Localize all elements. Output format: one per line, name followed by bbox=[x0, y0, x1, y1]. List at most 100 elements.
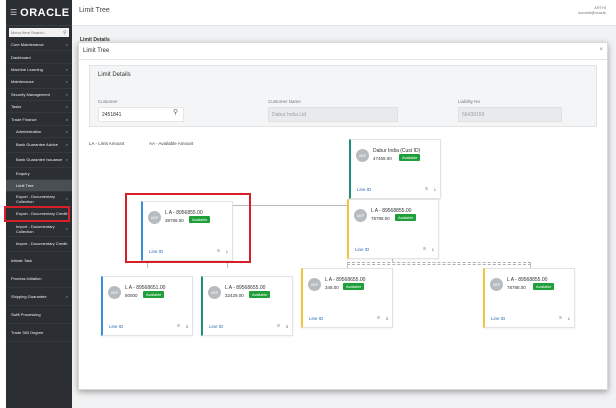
liability-label: Liability No bbox=[458, 99, 481, 104]
avatar: UBP bbox=[308, 278, 321, 291]
tree-node-level2[interactable]: UBP L A - 89568655.00 32429.00 Available… bbox=[201, 276, 293, 336]
menu-search[interactable]: ⚲ bbox=[9, 28, 69, 37]
node-amount: 80000 bbox=[125, 293, 138, 298]
sidebar-item-administration[interactable]: Administration > bbox=[6, 126, 72, 138]
child-count: 3 bbox=[385, 316, 388, 321]
liability-field: 56439159 bbox=[458, 107, 562, 122]
node-amount: 348.00 bbox=[325, 285, 339, 290]
sidebar-item-label: Initiate Task bbox=[11, 257, 33, 263]
line-id-link[interactable]: Line ID bbox=[109, 324, 123, 329]
status-badge: Available bbox=[533, 283, 555, 290]
sidebar-item-label: Swift Processing bbox=[11, 311, 41, 317]
sidebar-item-label: Enquiry bbox=[16, 170, 30, 176]
sidebar-item-import-documentary-collection[interactable]: Import - Documentary Collection > bbox=[6, 222, 72, 237]
avatar: UBP bbox=[208, 286, 221, 299]
oracle-logo: ORACLE bbox=[20, 6, 70, 19]
customer-field[interactable]: 2451841 bbox=[98, 107, 184, 122]
avatar: UBP bbox=[354, 209, 367, 222]
node-highlight-annotation bbox=[125, 193, 251, 263]
avatar: UBP bbox=[490, 278, 503, 291]
chevron-right-icon: > bbox=[65, 241, 68, 247]
dialog-title: Limit Tree bbox=[79, 43, 607, 60]
limit-details-panel: Limit Details Customer 2451841 ⚲ Custome… bbox=[89, 65, 597, 127]
tree-node-root[interactable]: UBP Dabur India (Cust ID) 47459.00 Avail… bbox=[349, 139, 441, 199]
avatar: UBP bbox=[356, 149, 369, 162]
sidebar-item-trade-finance[interactable]: Trade Finance v bbox=[6, 113, 72, 126]
status-badge: Available bbox=[249, 291, 271, 298]
sidebar-item-label: Process Initiation bbox=[11, 275, 42, 281]
hierarchy-icon[interactable]: ≡ bbox=[423, 246, 426, 252]
sidebar-item-security-management[interactable]: Security Management > bbox=[6, 89, 72, 101]
sidebar-item-bank-guarantee-advice[interactable]: Bank Guarantee Advice > bbox=[6, 138, 72, 153]
chevron-right-icon: > bbox=[65, 157, 68, 163]
user-info[interactable]: ARTHI someid@oracle bbox=[578, 5, 606, 15]
child-count: 3 bbox=[185, 324, 188, 329]
line-id-link[interactable]: Line ID bbox=[209, 324, 223, 329]
sidebar-item-label: Security Management bbox=[11, 91, 50, 97]
avatar: UBP bbox=[108, 286, 121, 299]
sidebar-highlight-annotation bbox=[4, 206, 70, 222]
node-amount: 32429.00 bbox=[225, 293, 244, 298]
line-id-link[interactable]: Line ID bbox=[491, 316, 505, 321]
hierarchy-icon[interactable]: ≡ bbox=[177, 323, 180, 329]
sidebar-item-export-documentary-collection[interactable]: Export - Documentary Collection > bbox=[6, 192, 72, 207]
hierarchy-icon[interactable]: ≡ bbox=[277, 323, 280, 329]
sidebar-item-label: Import - Documentary Collection bbox=[16, 223, 55, 234]
sidebar-item-core-maintenance[interactable]: Core Maintenance > bbox=[6, 39, 72, 52]
hamburger-menu-icon[interactable]: ☰ bbox=[10, 8, 17, 17]
tree-node-level1[interactable]: UBP L A - 89568855.00 78788.00 Available… bbox=[347, 199, 439, 259]
sidebar-item-shipping-guarantee[interactable]: Shipping Guarantee > bbox=[6, 288, 72, 306]
section-title: Limit Details bbox=[98, 72, 131, 78]
sidebar-item-enquiry[interactable]: Enquiry bbox=[6, 168, 72, 180]
hierarchy-icon[interactable]: ≡ bbox=[425, 186, 428, 192]
sidebar: ☰ ORACLE ⚲ Core Maintenance > Dashboard M… bbox=[6, 0, 72, 408]
sidebar-item-import-documentary-credit[interactable]: Import - Documentary Credit > bbox=[6, 237, 72, 252]
line-id-link[interactable]: Line ID bbox=[309, 316, 323, 321]
sidebar-item-label: Administration bbox=[16, 128, 42, 134]
node-amount: 47459.00 bbox=[373, 156, 392, 161]
sidebar-item-label: Bank Guarantee Advice bbox=[16, 142, 59, 148]
sidebar-item-label: Import - Documentary Credit bbox=[16, 241, 67, 247]
tree-node-level2[interactable]: UBP L A - 89568651.00 80000 Available Li… bbox=[101, 276, 193, 336]
sidebar-item-label: Maintenance bbox=[11, 79, 34, 85]
sidebar-item-tasks[interactable]: Tasks > bbox=[6, 101, 72, 114]
status-badge: Available bbox=[343, 283, 365, 290]
sidebar-item-label: Dashboard bbox=[11, 54, 31, 60]
page-title: Limit Tree bbox=[79, 7, 110, 14]
close-icon[interactable]: × bbox=[599, 47, 603, 53]
menu-search-input[interactable] bbox=[11, 30, 63, 35]
sidebar-item-limit-tree[interactable]: Limit Tree bbox=[6, 179, 72, 192]
line-id-link[interactable]: Line ID bbox=[355, 247, 369, 252]
search-icon[interactable]: ⚲ bbox=[173, 108, 178, 116]
sidebar-item-swift-processing[interactable]: Swift Processing bbox=[6, 306, 72, 324]
sidebar-item-machine-learning[interactable]: Machine Learning > bbox=[6, 64, 72, 77]
search-icon[interactable]: ⚲ bbox=[63, 30, 67, 36]
user-email: someid@oracle bbox=[578, 10, 606, 15]
chevron-right-icon: > bbox=[65, 226, 68, 232]
sidebar-item-label: Trade Finance bbox=[11, 116, 37, 122]
sidebar-item-initiate-task[interactable]: Initiate Task bbox=[6, 252, 72, 270]
chevron-right-icon: > bbox=[65, 293, 68, 299]
hierarchy-icon[interactable]: ≡ bbox=[559, 315, 562, 321]
legend-limit-amount: LA - Limit Amount bbox=[89, 141, 125, 146]
node-amount: 78788.00 bbox=[371, 216, 390, 221]
chevron-right-icon: > bbox=[65, 66, 68, 72]
sidebar-item-process-initiation[interactable]: Process Initiation bbox=[6, 270, 72, 288]
sidebar-item-label: Tasks bbox=[11, 104, 22, 110]
status-badge: Available bbox=[399, 154, 421, 161]
hierarchy-icon[interactable]: ≡ bbox=[377, 315, 380, 321]
tree-node-level2[interactable]: UBP L A - 89568655.00 348.00 Available L… bbox=[301, 268, 393, 328]
chevron-right-icon: > bbox=[65, 79, 68, 85]
child-count: 1 bbox=[567, 316, 570, 321]
sidebar-item-label: Limit Tree bbox=[16, 182, 34, 188]
node-amount: 78788.00 bbox=[507, 285, 526, 290]
tree-node-level2[interactable]: UBP L A - 89568855.00 78788.00 Available… bbox=[483, 268, 575, 328]
sidebar-item-maintenance[interactable]: Maintenance > bbox=[6, 76, 72, 89]
sidebar-item-trade-360-degree[interactable]: Trade 360 Degree bbox=[6, 324, 72, 342]
sidebar-item-bank-guarantee-issuance[interactable]: Bank Guarantee Issuance > bbox=[6, 153, 72, 168]
customer-label: Customer bbox=[98, 99, 118, 104]
sidebar-item-dashboard[interactable]: Dashboard bbox=[6, 51, 72, 64]
line-id-link[interactable]: Line ID bbox=[357, 187, 371, 192]
sidebar-item-label: Export - Documentary Collection bbox=[16, 193, 55, 204]
child-count: 1 bbox=[433, 187, 436, 192]
